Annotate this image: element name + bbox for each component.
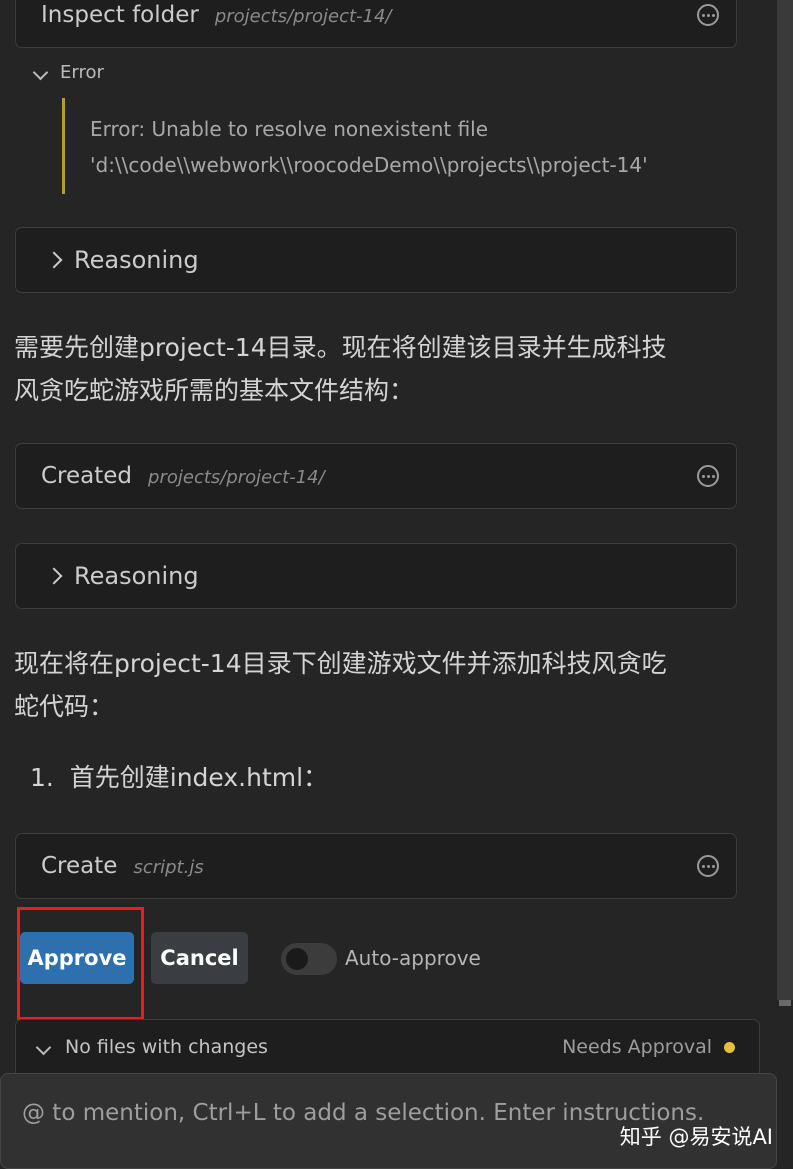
- watermark: 知乎 @易安说AI: [619, 1125, 773, 1149]
- assistant-message: 需要先创建project-14目录。现在将创建该目录并生成科技 风贪吃蛇游戏所需…: [14, 326, 744, 412]
- more-options-icon[interactable]: [697, 465, 719, 487]
- scrollbar[interactable]: [777, 0, 793, 1000]
- approval-status: Needs Approval: [562, 1036, 712, 1058]
- error-line-2: 'd:\\code\\webwork\\roocodeDemo\\project…: [90, 153, 648, 177]
- scrollbar-arrow[interactable]: [779, 1000, 791, 1016]
- tool-path: projects/project-14/: [148, 467, 325, 488]
- status-dot-icon: [724, 1041, 735, 1053]
- tool-action-label: Created: [41, 463, 133, 489]
- reasoning-toggle[interactable]: Reasoning: [15, 227, 737, 293]
- error-line-1: Error: Unable to resolve nonexistent fil…: [90, 117, 489, 141]
- highlight-box: [17, 907, 144, 1020]
- list-number: 1.: [30, 763, 54, 792]
- tool-action-label: Create: [41, 853, 118, 879]
- auto-approve-toggle[interactable]: [281, 943, 337, 975]
- message-line: 风贪吃蛇游戏所需的基本文件结构：: [14, 376, 415, 405]
- error-message: Error: Unable to resolve nonexistent fil…: [62, 98, 742, 194]
- changes-label: No files with changes: [65, 1036, 268, 1058]
- list-text: 首先创建index.html：: [69, 763, 329, 792]
- message-line: 需要先创建project-14目录。现在将创建该目录并生成科技: [14, 333, 667, 362]
- assistant-message: 现在将在project-14目录下创建游戏文件并添加科技风贪吃 蛇代码：: [14, 642, 744, 728]
- message-line: 现在将在project-14目录下创建游戏文件并添加科技风贪吃: [14, 649, 667, 678]
- tool-path: projects/project-14/: [214, 6, 392, 27]
- error-toggle[interactable]: Error: [32, 62, 104, 83]
- list-item: 1. 首先创建index.html：: [30, 758, 328, 794]
- reasoning-label: Reasoning: [74, 562, 199, 590]
- reasoning-label: Reasoning: [74, 246, 199, 274]
- cancel-button[interactable]: Cancel: [151, 932, 248, 984]
- chevron-right-icon: [45, 251, 63, 269]
- chevron-right-icon: [45, 567, 63, 585]
- message-line: 蛇代码：: [14, 692, 115, 721]
- create-file-card[interactable]: Create script.js: [15, 833, 737, 899]
- chat-input-placeholder: @ to mention, Ctrl+L to add a selection.…: [22, 1100, 702, 1126]
- inspect-folder-card[interactable]: Inspect folder projects/project-14/: [15, 0, 737, 48]
- chevron-down-icon: [32, 64, 49, 81]
- auto-approve-label: Auto-approve: [345, 946, 481, 970]
- created-folder-card[interactable]: Created projects/project-14/: [15, 443, 737, 509]
- tool-action-label: Inspect folder: [41, 2, 199, 28]
- error-label: Error: [60, 62, 104, 83]
- more-options-icon[interactable]: [697, 4, 719, 26]
- toggle-knob: [286, 948, 308, 970]
- chevron-down-icon: [35, 1039, 52, 1055]
- reasoning-toggle[interactable]: Reasoning: [15, 543, 737, 609]
- tool-path: script.js: [133, 857, 204, 878]
- more-options-icon[interactable]: [697, 855, 719, 877]
